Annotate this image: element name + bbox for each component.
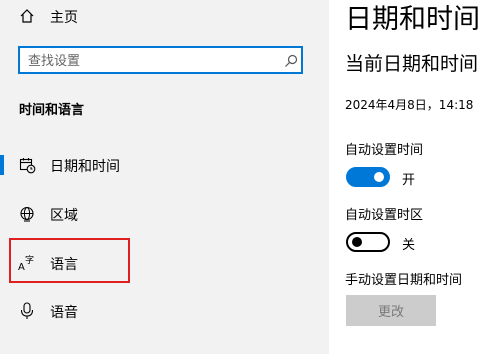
page-title: 日期和时间 <box>345 4 480 35</box>
auto-time-toggle[interactable] <box>346 167 390 187</box>
change-button[interactable]: 更改 <box>346 295 436 326</box>
auto-time-state: 开 <box>402 173 416 188</box>
selected-indicator <box>0 155 4 175</box>
sidebar: 主页 时间和语言 日期和时间 区域 A <box>0 0 329 354</box>
globe-icon <box>20 206 34 222</box>
microphone-icon <box>20 302 34 319</box>
search-icon[interactable] <box>284 54 298 68</box>
current-datetime-heading: 当前日期和时间 <box>345 53 479 75</box>
search-input[interactable] <box>28 51 268 71</box>
toggle-knob <box>352 237 362 247</box>
calendar-clock-icon <box>19 158 36 174</box>
home-label: 主页 <box>50 10 78 26</box>
home-nav-item[interactable]: 主页 <box>0 0 329 32</box>
sidebar-item-speech[interactable]: 语音 <box>0 291 329 331</box>
sidebar-item-label: 语言 <box>50 257 78 273</box>
section-title: 时间和语言 <box>19 103 85 118</box>
sidebar-item-label: 日期和时间 <box>50 159 120 175</box>
svg-text:A: A <box>18 262 25 272</box>
auto-time-label: 自动设置时间 <box>345 143 424 158</box>
auto-timezone-toggle[interactable] <box>346 232 390 252</box>
current-datetime-value: 2024年4月8日，14:18 <box>345 98 474 112</box>
sidebar-item-date-time[interactable]: 日期和时间 <box>0 145 329 185</box>
sidebar-item-label: 语音 <box>50 305 78 321</box>
svg-text:字: 字 <box>25 254 34 266</box>
sidebar-item-language[interactable]: A 字 语言 <box>0 243 329 283</box>
search-box[interactable] <box>18 46 303 74</box>
manual-datetime-label: 手动设置日期和时间 <box>345 273 463 288</box>
toggle-knob <box>374 172 384 182</box>
sidebar-item-region[interactable]: 区域 <box>0 194 329 234</box>
main-content: 日期和时间 当前日期和时间 2024年4月8日，14:18 自动设置时间 开 自… <box>329 0 503 354</box>
sidebar-item-label: 区域 <box>50 208 78 224</box>
home-icon <box>20 9 34 23</box>
auto-timezone-label: 自动设置时区 <box>345 208 424 223</box>
language-icon: A 字 <box>18 254 34 272</box>
auto-timezone-state: 关 <box>402 238 416 253</box>
